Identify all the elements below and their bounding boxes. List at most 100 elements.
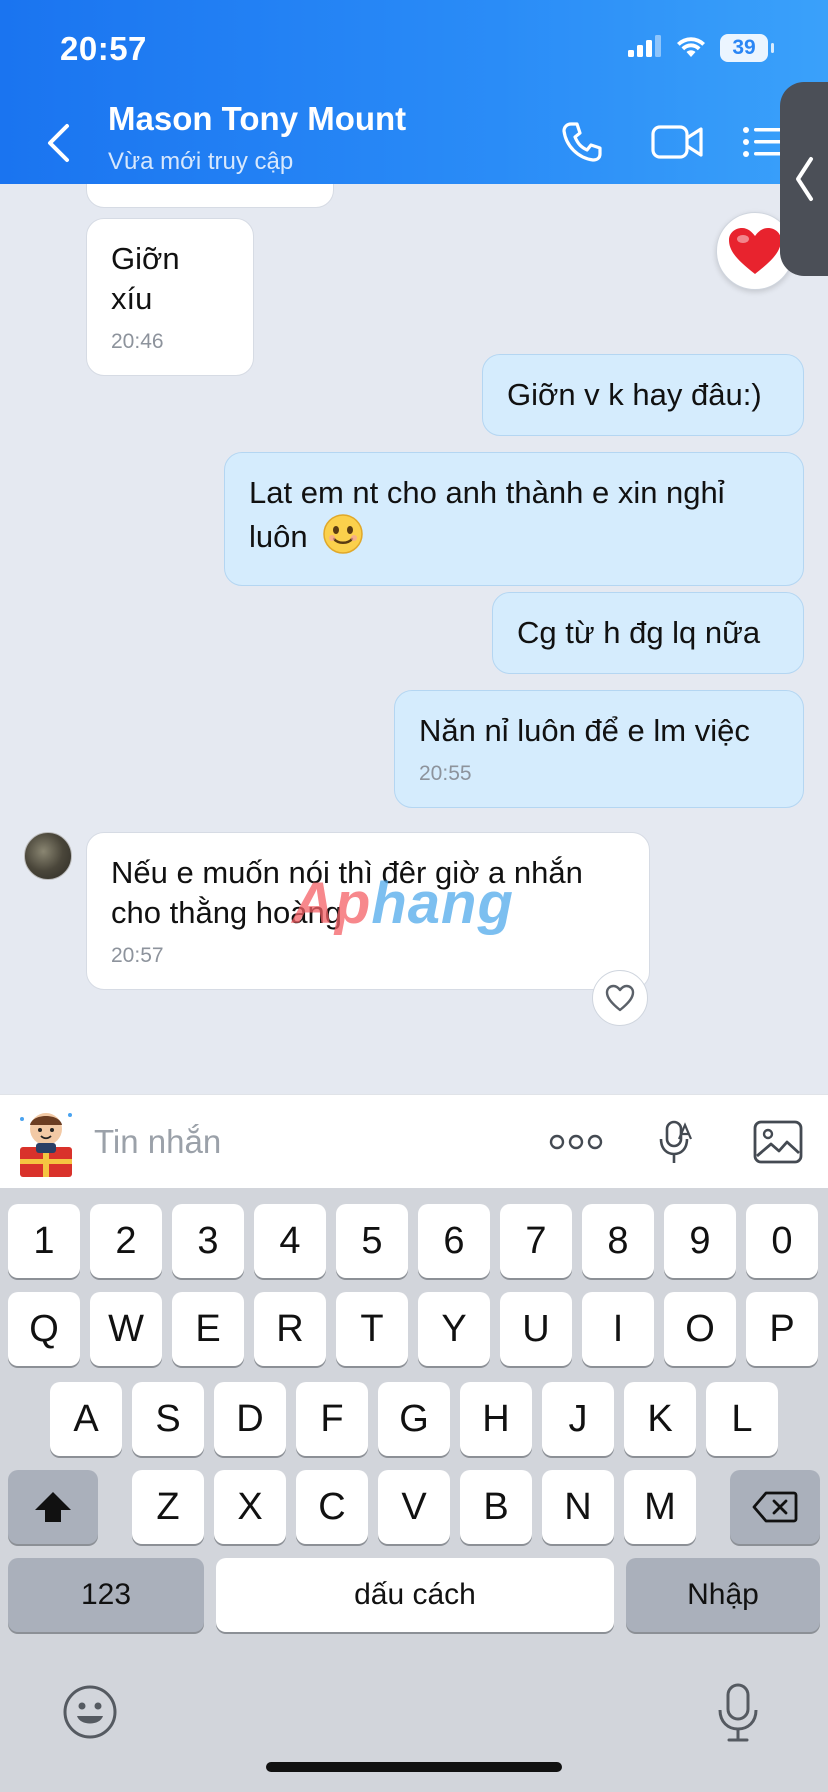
status-time: 20:57 bbox=[60, 30, 147, 67]
key-d[interactable]: D bbox=[214, 1382, 286, 1456]
emoji-icon bbox=[63, 1685, 117, 1739]
key-j[interactable]: J bbox=[542, 1382, 614, 1456]
message-text: Nếu e muốn nói thì đêr giờ a nhắn cho th… bbox=[111, 855, 583, 930]
key-p[interactable]: P bbox=[746, 1292, 818, 1366]
key-3[interactable]: 3 bbox=[172, 1204, 244, 1278]
wifi-icon bbox=[676, 35, 706, 62]
key-f[interactable]: F bbox=[296, 1382, 368, 1456]
message-time: 20:57 bbox=[111, 944, 164, 967]
message-bubble-outgoing[interactable]: Cg từ h đg lq nữa bbox=[492, 592, 804, 674]
message-text: Giỡn xíu bbox=[111, 241, 180, 316]
message-bubble-partial[interactable] bbox=[86, 184, 334, 208]
chevron-left-icon bbox=[48, 124, 69, 162]
backspace-icon bbox=[752, 1491, 798, 1523]
contact-name[interactable]: Mason Tony Mount bbox=[108, 100, 406, 138]
contact-avatar[interactable] bbox=[24, 832, 72, 880]
message-bubble-incoming[interactable]: Nếu e muốn nói thì đêr giờ a nhắn cho th… bbox=[86, 832, 650, 990]
message-bubble-incoming[interactable]: Giỡn xíu 20:46 bbox=[86, 218, 254, 376]
message-time: 20:55 bbox=[419, 762, 472, 785]
numbers-key[interactable]: 123 bbox=[8, 1558, 204, 1632]
back-button[interactable] bbox=[38, 118, 78, 168]
key-b[interactable]: B bbox=[460, 1470, 532, 1544]
key-1[interactable]: 1 bbox=[8, 1204, 80, 1278]
key-l[interactable]: L bbox=[706, 1382, 778, 1456]
key-a[interactable]: A bbox=[50, 1382, 122, 1456]
dictation-button[interactable] bbox=[708, 1678, 768, 1748]
message-bubble-outgoing[interactable]: Giỡn v k hay đâu:) bbox=[482, 354, 804, 436]
key-k[interactable]: K bbox=[624, 1382, 696, 1456]
sticker-icon bbox=[20, 1113, 72, 1177]
chat-header: 20:57 39 Mason Tony Mount Vừa mới truy c… bbox=[0, 0, 828, 184]
message-composer bbox=[0, 1094, 828, 1188]
video-camera-icon bbox=[651, 125, 703, 159]
video-call-button[interactable] bbox=[648, 116, 708, 168]
return-key[interactable]: Nhập bbox=[626, 1558, 820, 1632]
key-w[interactable]: W bbox=[90, 1292, 162, 1366]
key-m[interactable]: M bbox=[624, 1470, 696, 1544]
status-icons: 39 bbox=[628, 34, 774, 62]
key-c[interactable]: C bbox=[296, 1470, 368, 1544]
chevron-left-icon bbox=[796, 157, 813, 201]
key-e[interactable]: E bbox=[172, 1292, 244, 1366]
key-z[interactable]: Z bbox=[132, 1470, 204, 1544]
key-h[interactable]: H bbox=[460, 1382, 532, 1456]
key-2[interactable]: 2 bbox=[90, 1204, 162, 1278]
keyboard: 1234567890 QWERTYUIOP ASDFGHJKL ZXCVBNM … bbox=[0, 1188, 828, 1792]
message-bubble-outgoing[interactable]: Lat em nt cho anh thành e xin nghỉ luôn bbox=[224, 452, 804, 586]
key-q[interactable]: Q bbox=[8, 1292, 80, 1366]
message-text: Lat em nt cho anh thành e xin nghỉ luôn bbox=[249, 475, 725, 554]
shift-arrow-icon bbox=[35, 1492, 71, 1522]
key-s[interactable]: S bbox=[132, 1382, 204, 1456]
space-key[interactable]: dấu cách bbox=[216, 1558, 614, 1632]
home-indicator[interactable] bbox=[266, 1762, 562, 1772]
key-9[interactable]: 9 bbox=[664, 1204, 736, 1278]
menu-button[interactable] bbox=[740, 116, 784, 168]
backspace-key[interactable] bbox=[730, 1470, 820, 1544]
key-8[interactable]: 8 bbox=[582, 1204, 654, 1278]
key-0[interactable]: 0 bbox=[746, 1204, 818, 1278]
message-text: Cg từ h đg lq nữa bbox=[517, 615, 761, 650]
key-o[interactable]: O bbox=[664, 1292, 736, 1366]
message-text: Năn nỉ luôn để e lm việc bbox=[419, 713, 750, 748]
key-4[interactable]: 4 bbox=[254, 1204, 326, 1278]
key-u[interactable]: U bbox=[500, 1292, 572, 1366]
key-6[interactable]: 6 bbox=[418, 1204, 490, 1278]
contact-status: Vừa mới truy cập bbox=[108, 148, 294, 175]
key-v[interactable]: V bbox=[378, 1470, 450, 1544]
key-r[interactable]: R bbox=[254, 1292, 326, 1366]
react-heart-button[interactable] bbox=[592, 970, 648, 1026]
list-icon bbox=[743, 127, 782, 157]
more-horizontal-icon bbox=[549, 1134, 603, 1150]
red-heart-icon bbox=[729, 228, 781, 274]
key-5[interactable]: 5 bbox=[336, 1204, 408, 1278]
message-input[interactable] bbox=[94, 1115, 514, 1169]
emoji-keyboard-button[interactable] bbox=[58, 1680, 122, 1744]
key-i[interactable]: I bbox=[582, 1292, 654, 1366]
key-t[interactable]: T bbox=[336, 1292, 408, 1366]
message-list[interactable]: Giỡn xíu 20:46 Giỡn v k hay đâu:) Lat em… bbox=[0, 184, 828, 1094]
microphone-text-icon bbox=[659, 1120, 693, 1163]
cellular-signal-icon bbox=[628, 34, 662, 62]
shift-key[interactable] bbox=[8, 1470, 98, 1544]
message-text: Giỡn v k hay đâu:) bbox=[507, 377, 762, 412]
phone-icon bbox=[562, 122, 602, 162]
voice-call-button[interactable] bbox=[554, 116, 610, 168]
key-y[interactable]: Y bbox=[418, 1292, 490, 1366]
heart-outline-icon bbox=[605, 984, 635, 1012]
message-time: 20:46 bbox=[111, 330, 164, 353]
microphone-icon bbox=[718, 1683, 758, 1742]
key-g[interactable]: G bbox=[378, 1382, 450, 1456]
smiling-face-icon bbox=[322, 513, 364, 565]
side-panel-tab[interactable] bbox=[780, 82, 828, 276]
key-n[interactable]: N bbox=[542, 1470, 614, 1544]
battery-level: 39 bbox=[732, 36, 756, 59]
image-icon bbox=[753, 1120, 803, 1164]
battery-indicator: 39 bbox=[720, 34, 774, 62]
message-bubble-outgoing[interactable]: Năn nỉ luôn để e lm việc 20:55 bbox=[394, 690, 804, 808]
key-x[interactable]: X bbox=[214, 1470, 286, 1544]
key-7[interactable]: 7 bbox=[500, 1204, 572, 1278]
sticker-button[interactable] bbox=[14, 1105, 78, 1179]
voice-to-text-button[interactable] bbox=[650, 1115, 700, 1169]
more-options-button[interactable] bbox=[546, 1115, 606, 1169]
photo-button[interactable] bbox=[750, 1115, 806, 1169]
